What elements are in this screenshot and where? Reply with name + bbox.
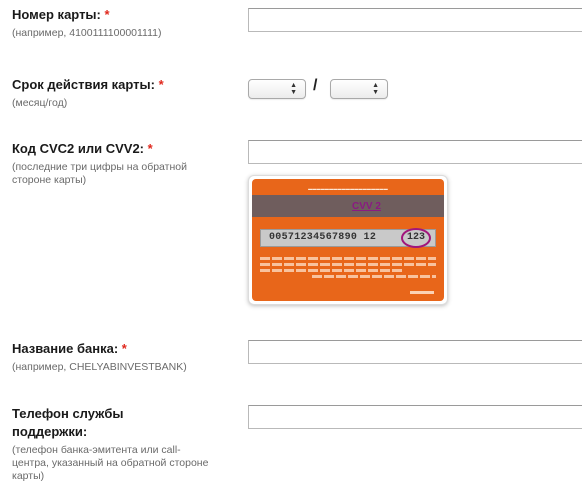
support-phone-input[interactable] (248, 405, 582, 429)
expiry-hint: (месяц/год) (12, 97, 68, 109)
fine-print-line (260, 257, 436, 260)
card-number-label: Номер карты: (12, 7, 101, 22)
expiry-year-select[interactable]: ▲ ▼ (330, 79, 388, 99)
required-marker: * (121, 341, 127, 356)
card-footer-mark (410, 291, 434, 294)
required-marker: * (147, 141, 153, 156)
fine-print-line (260, 269, 404, 272)
cvc-label: Код CVC2 или CVV2: (12, 141, 144, 156)
required-marker: * (158, 77, 164, 92)
select-arrows-icon: ▲ ▼ (290, 82, 297, 96)
support-phone-label-group: Телефон службы поддержки: (телефон банка… (12, 405, 208, 483)
magnetic-strip (252, 195, 444, 217)
bank-name-hint: (например, CHELYABINVESTBANK) (12, 361, 187, 373)
fine-print-line (312, 275, 436, 278)
card-number-input[interactable] (248, 8, 582, 32)
expiry-label-group: Срок действия карты: * (месяц/год) (12, 76, 237, 110)
support-phone-hint: (телефон банка-эмитента или call-центра,… (12, 444, 209, 482)
required-marker: * (104, 7, 110, 22)
cvv-code-highlight: 123 (401, 228, 431, 248)
bank-name-input[interactable] (248, 340, 582, 364)
expiry-month-select[interactable]: ▲ ▼ (248, 79, 306, 99)
cvc-label-group: Код CVC2 или CVV2: * (последние три цифр… (12, 140, 207, 187)
card-back-illustration: ▬▬▬▬▬▬▬▬▬▬▬▬▬▬▬▬▬▬▬ CVV 2 00571234567890… (252, 179, 444, 301)
bank-name-label-group: Название банка: * (например, CHELYABINVE… (12, 340, 237, 374)
cvc-hint: (последние три цифры на обратной стороне… (12, 161, 187, 186)
card-number-digits: 00571234567890 12 (269, 232, 377, 243)
bank-name-label: Название банка: (12, 341, 119, 356)
cvv-example-image: ▬▬▬▬▬▬▬▬▬▬▬▬▬▬▬▬▬▬▬ CVV 2 00571234567890… (248, 175, 448, 305)
expiry-separator: / (313, 77, 318, 94)
cvc-input[interactable] (248, 140, 582, 164)
fine-print-line (260, 263, 436, 266)
card-number-label-group: Номер карты: * (например, 41001111000011… (12, 6, 237, 40)
select-arrows-icon: ▲ ▼ (372, 82, 379, 96)
signature-panel: 00571234567890 12 123 (260, 228, 436, 248)
cvv-caption: CVV 2 (352, 201, 381, 212)
card-top-text: ▬▬▬▬▬▬▬▬▬▬▬▬▬▬▬▬▬▬▬ (308, 186, 388, 191)
card-number-hint: (например, 4100111100001111) (12, 27, 162, 39)
support-phone-label: Телефон службы поддержки: (12, 406, 124, 439)
expiry-label: Срок действия карты: (12, 77, 155, 92)
